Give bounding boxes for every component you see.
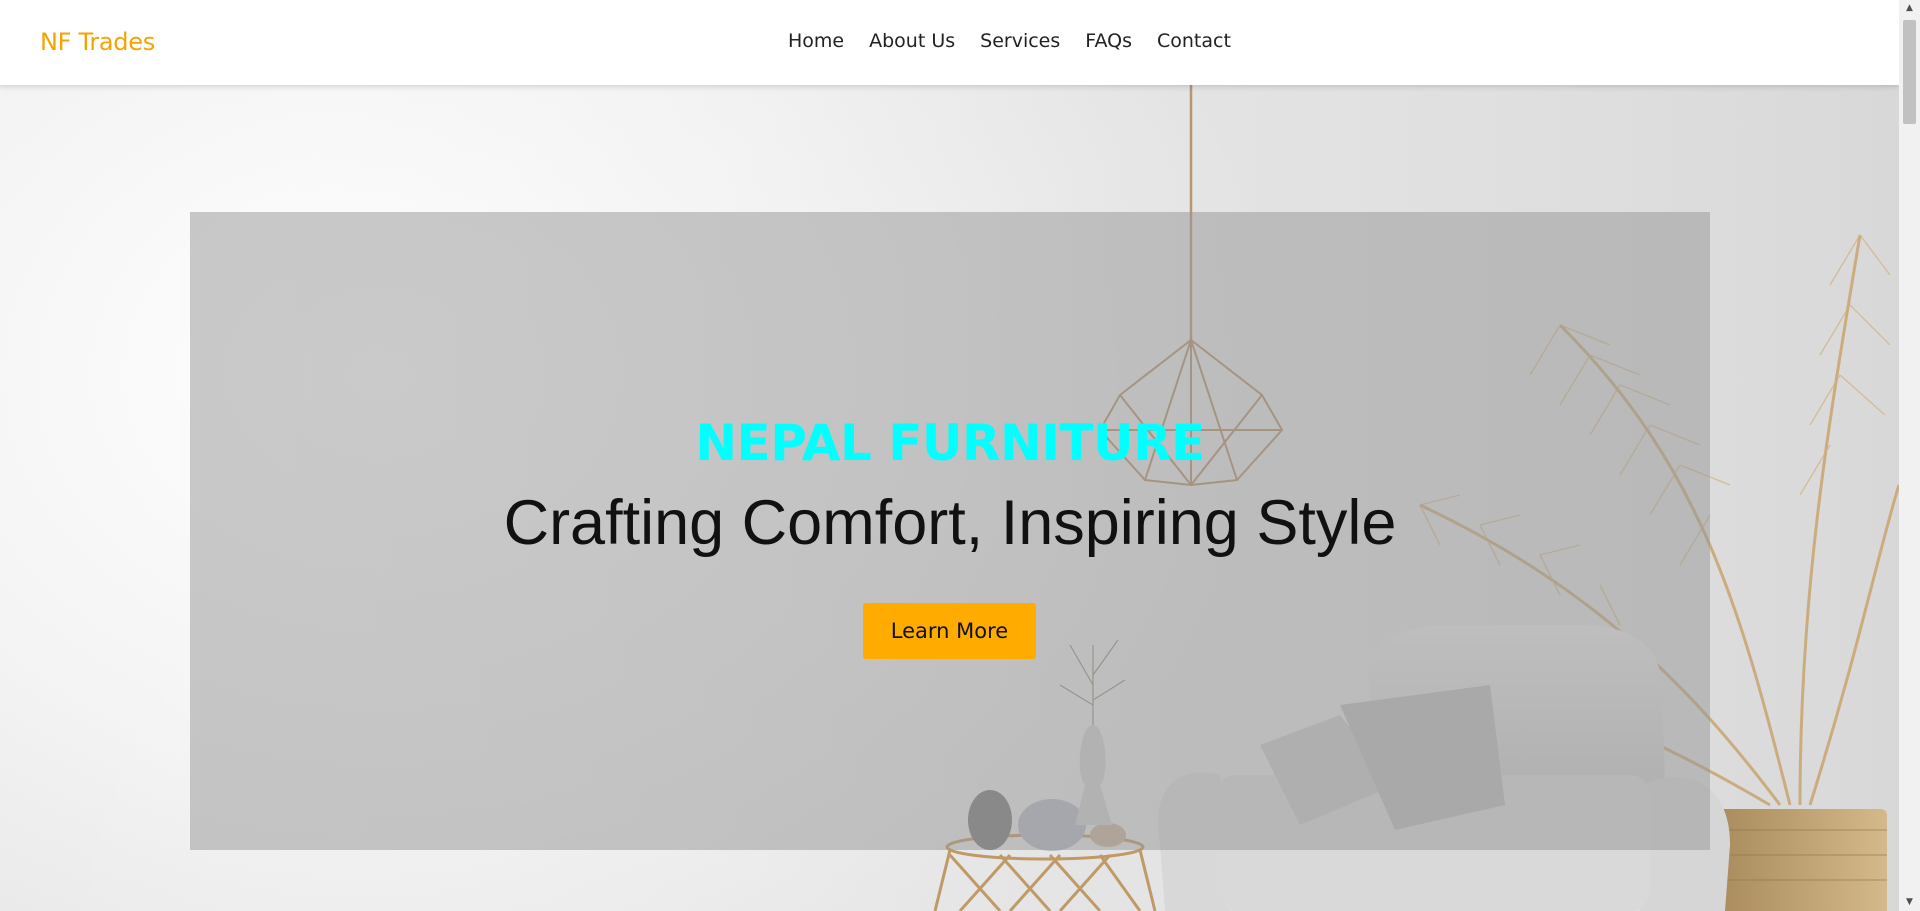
nav-item-home: Home [788,30,857,52]
nav-link-services[interactable]: Services [968,30,1073,52]
hero-subtitle: NEPAL FURNITURE [695,414,1205,472]
scrollbar-thumb[interactable] [1903,20,1916,124]
nav-item-services: Services [968,30,1073,52]
nav-item-faqs: FAQs [1073,30,1145,52]
page: NF Trades Home About Us Services FAQs Co… [0,0,1920,911]
vertical-scrollbar[interactable]: ▲ ▼ [1899,0,1920,911]
nav-link-home[interactable]: Home [788,30,857,52]
triangle-up-icon[interactable]: ▲ [1899,0,1920,17]
triangle-down-icon[interactable]: ▼ [1899,894,1920,911]
nav-item-contact: Contact [1144,30,1243,52]
main-nav: Home About Us Services FAQs Contact [788,30,1243,52]
learn-more-button[interactable]: Learn More [863,603,1036,659]
hero-content: NEPAL FURNITURE Crafting Comfort, Inspir… [190,212,1710,850]
nav-link-about[interactable]: About Us [857,30,968,52]
brand-logo-link[interactable]: NF Trades [40,28,155,56]
nav-link-contact[interactable]: Contact [1144,30,1243,52]
navbar: NF Trades Home About Us Services FAQs Co… [0,0,1899,85]
nav-item-about: About Us [857,30,968,52]
hero-section: NEPAL FURNITURE Crafting Comfort, Inspir… [0,85,1899,911]
nav-link-faqs[interactable]: FAQs [1073,30,1145,52]
hero-title: Crafting Comfort, Inspiring Style [503,488,1397,558]
